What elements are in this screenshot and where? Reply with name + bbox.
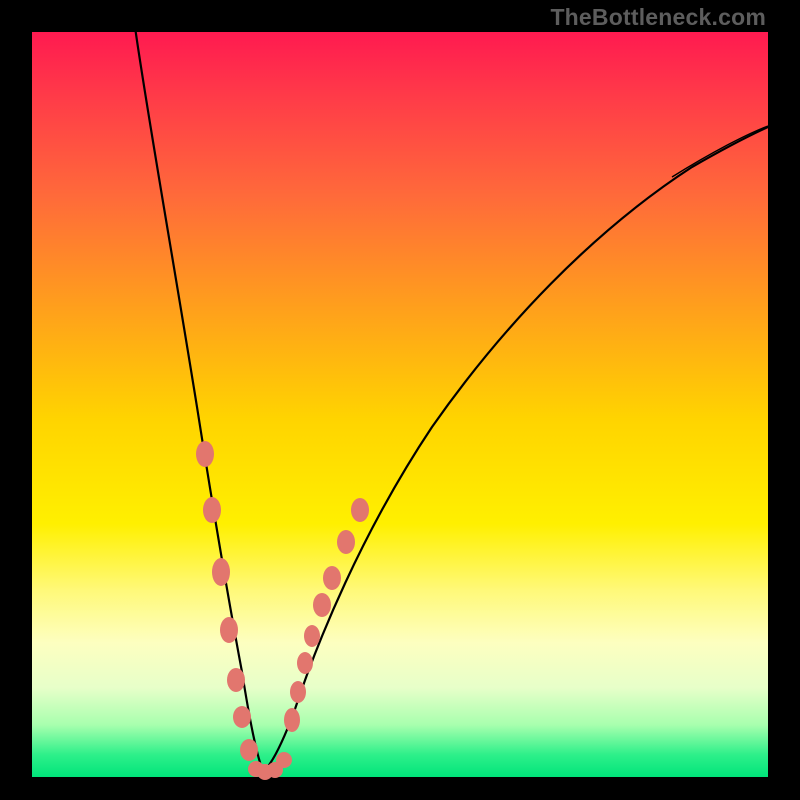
curve-left-branch <box>135 27 263 772</box>
curve-right-branch <box>263 127 768 772</box>
chart-frame: TheBottleneck.com <box>0 0 800 800</box>
markers-left <box>196 441 258 761</box>
markers-right <box>284 498 369 732</box>
attribution-text: TheBottleneck.com <box>550 4 766 31</box>
chart-svg <box>32 32 768 777</box>
chart-plot-area <box>32 32 768 777</box>
